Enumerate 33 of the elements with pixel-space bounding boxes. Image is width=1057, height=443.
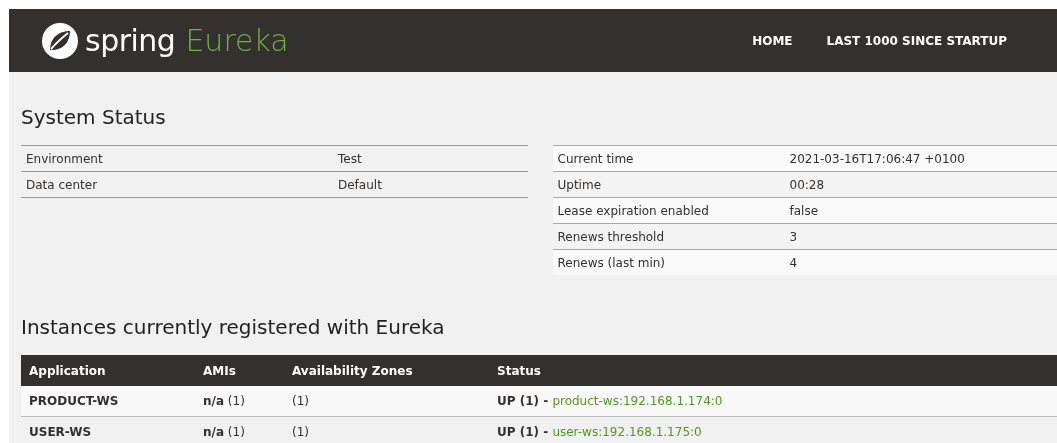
table-cell: 00:28	[784, 171, 1057, 198]
column-header: Application	[21, 355, 195, 386]
status-text: UP (1) -	[497, 394, 550, 408]
table-cell: Default	[333, 171, 528, 198]
leaf-logo-icon	[41, 21, 79, 60]
table-cell: 4	[784, 249, 1057, 275]
table-cell: Test	[333, 145, 528, 172]
table-cell: n/a (1)	[195, 416, 284, 443]
brand-name: spring	[85, 23, 176, 58]
table-cell: Lease expiration enabled	[552, 197, 785, 224]
status-text: UP (1) -	[497, 425, 550, 439]
table-cell: (1)	[284, 386, 489, 417]
table-cell: Renews threshold	[552, 223, 785, 250]
table-cell: Environment	[21, 145, 333, 172]
table-cell: Renews (last min)	[552, 249, 785, 275]
table-cell: PRODUCT-WS	[21, 386, 195, 417]
column-header: Availability Zones	[284, 355, 489, 386]
section-title: Instances currently registered with Eureka	[21, 315, 446, 339]
product-name: Eureka	[185, 23, 289, 58]
table-cell: Data center	[21, 171, 333, 198]
table-cell: n/a (1)	[195, 386, 284, 417]
table-cell: USER-WS	[21, 416, 195, 443]
table-cell: false	[784, 197, 1057, 224]
section-title: System Status	[21, 105, 167, 129]
nav-link[interactable]: HOME	[752, 33, 793, 48]
column-header: AMIs	[195, 355, 284, 386]
nav-link[interactable]: LAST 1000 SINCE STARTUP	[826, 33, 1007, 48]
table-cell: Uptime	[552, 171, 785, 198]
table-cell: 2021-03-16T17:06:47 +0100	[784, 145, 1057, 172]
table-cell: (1)	[284, 416, 489, 443]
table-cell: Current time	[552, 145, 785, 172]
column-header: Status	[489, 355, 1057, 386]
table-cell: 3	[784, 223, 1057, 250]
